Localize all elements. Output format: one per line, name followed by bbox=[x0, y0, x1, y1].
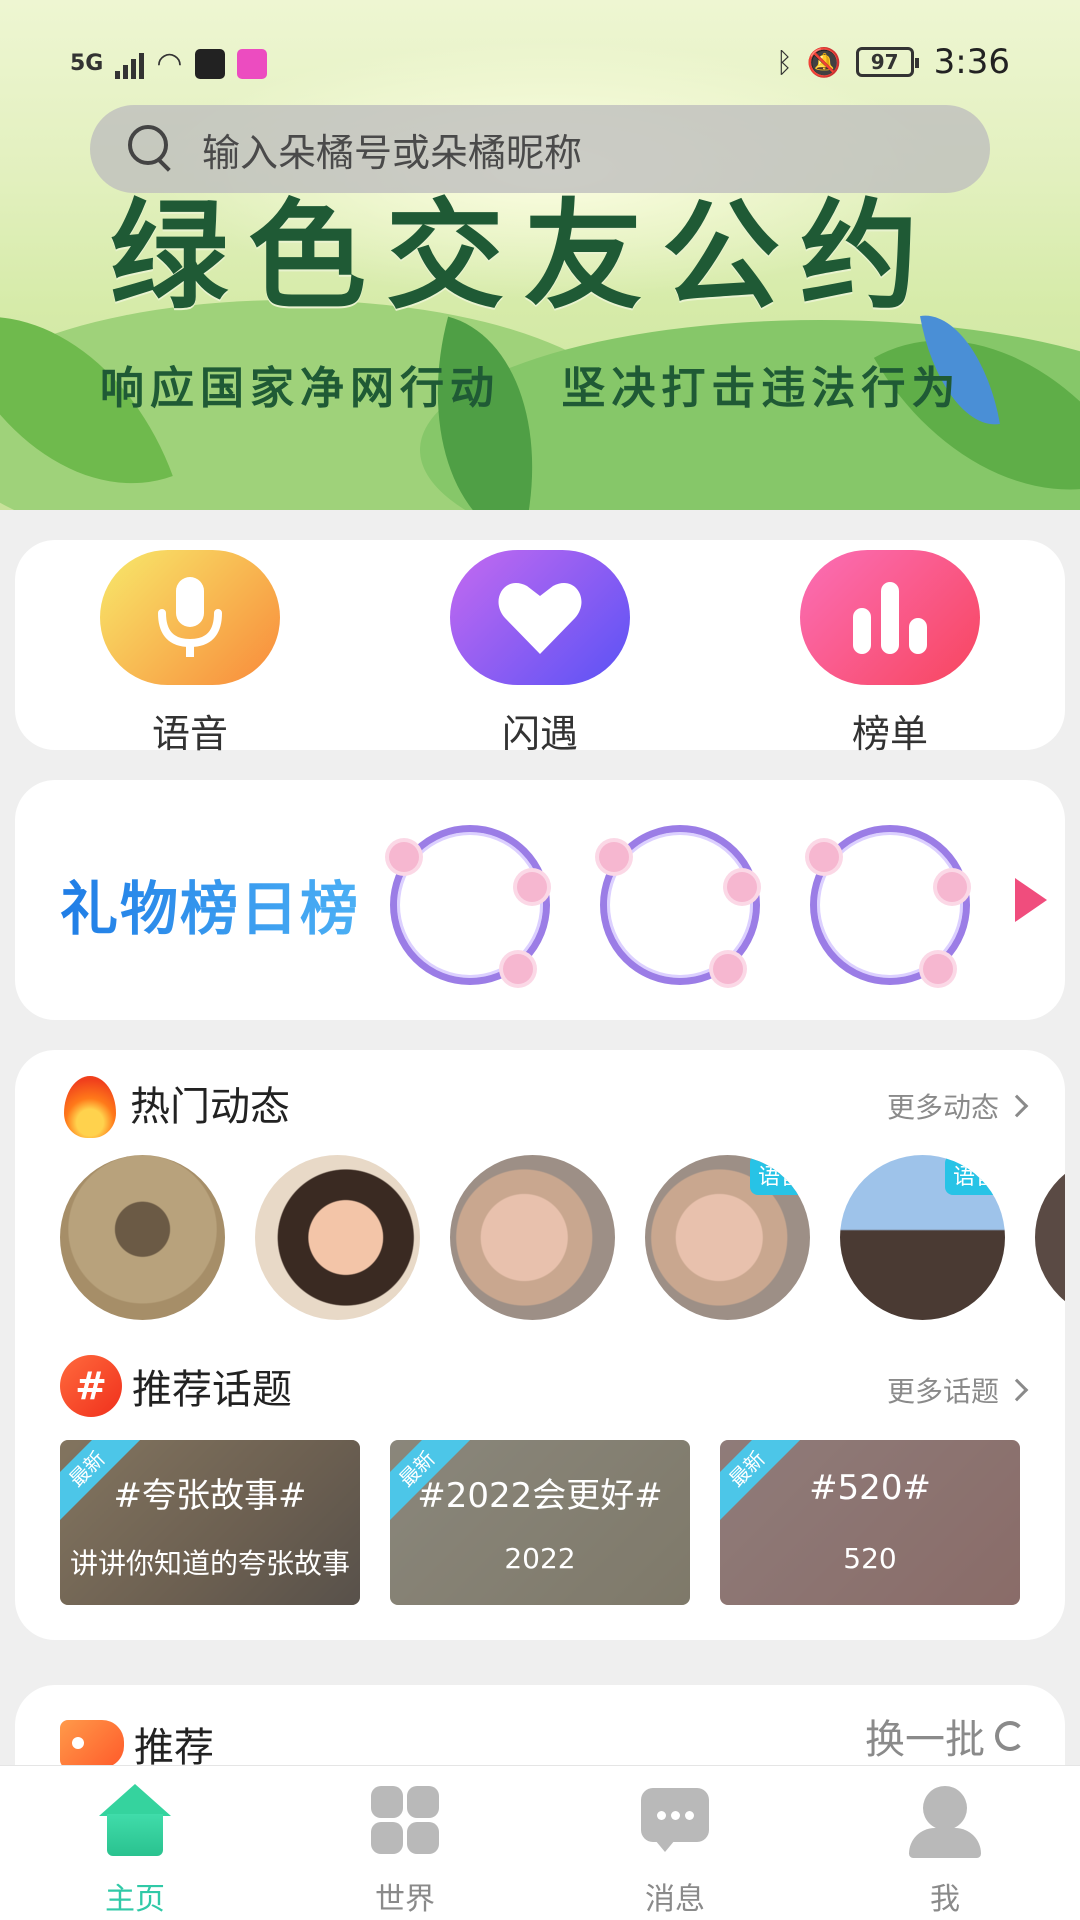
network-type: 5G bbox=[70, 51, 104, 76]
more-topics-label: 更多话题 bbox=[886, 1375, 999, 1408]
more-posts-label: 更多动态 bbox=[886, 1091, 999, 1124]
banner-slogan: 响应国家净网行动 坚决打击违法行为 bbox=[100, 363, 962, 414]
topic-card[interactable]: 最新 #2022会更好# 2022 bbox=[390, 1440, 690, 1605]
hot-avatar-list: 语音 语音 bbox=[60, 1155, 1065, 1325]
nav-home[interactable]: 主页 bbox=[55, 1784, 215, 1918]
bell-muted-icon: 🔕 bbox=[806, 45, 842, 79]
flower-decoration bbox=[727, 872, 757, 902]
topic-card[interactable]: 最新 #520# 520 bbox=[720, 1440, 1020, 1605]
nav-home-label: 主页 bbox=[105, 1882, 165, 1917]
search-placeholder: 输入朵橘号或朵橘昵称 bbox=[202, 130, 583, 175]
flower-decoration bbox=[923, 954, 953, 984]
grid-icon bbox=[365, 1784, 445, 1858]
chevron-right-icon bbox=[1005, 1094, 1029, 1118]
avatar[interactable]: 语音 bbox=[645, 1155, 810, 1320]
status-bar: 5G ◠ ᛒ 🔕 97 3:36 bbox=[0, 40, 1080, 90]
topic-subtitle: 520 bbox=[843, 1542, 897, 1575]
hot-posts-header: 热门动态 bbox=[60, 1066, 290, 1140]
topics-title: 推荐话题 bbox=[132, 1367, 292, 1413]
avatar[interactable]: 语音 bbox=[840, 1155, 1005, 1320]
refresh-icon bbox=[995, 1721, 1025, 1751]
flower-decoration bbox=[599, 842, 629, 872]
play-arrow-icon[interactable] bbox=[1015, 878, 1047, 922]
refresh-button[interactable]: 换一批 bbox=[865, 1707, 1025, 1765]
fire-icon bbox=[60, 1066, 120, 1140]
flower-decoration bbox=[517, 872, 547, 902]
rank-avatar-frame[interactable] bbox=[599, 825, 760, 985]
ranking-entry[interactable]: 榜单 bbox=[800, 550, 980, 758]
home-icon bbox=[95, 1784, 175, 1858]
avatar[interactable] bbox=[255, 1155, 420, 1320]
heart-icon bbox=[450, 550, 630, 685]
profile-icon bbox=[905, 1784, 985, 1858]
topic-card[interactable]: 最新 #夸张故事# 讲讲你知道的夸张故事 bbox=[60, 1440, 360, 1605]
flower-decoration bbox=[389, 842, 419, 872]
clock: 3:36 bbox=[933, 42, 1010, 82]
nav-world[interactable]: 世界 bbox=[325, 1784, 485, 1918]
flash-meet-label: 闪遇 bbox=[501, 712, 578, 756]
search-icon bbox=[122, 119, 182, 179]
banner[interactable]: 绿色交友公约 响应国家净网行动 坚决打击违法行为 5G ◠ ᛒ 🔕 97 3:3… bbox=[0, 0, 1080, 510]
topic-subtitle: 2022 bbox=[504, 1542, 576, 1575]
quick-entry-card: 语音 闪遇 榜单 bbox=[15, 540, 1065, 756]
gift-rank-card[interactable]: 礼物榜日榜 bbox=[15, 780, 1065, 1020]
soul-app-icon bbox=[194, 48, 225, 79]
topics-header: # 推荐话题 bbox=[60, 1355, 292, 1417]
rank-avatar-frame[interactable] bbox=[809, 825, 970, 985]
voice-label: 语音 bbox=[151, 712, 228, 756]
voice-entry[interactable]: 语音 bbox=[100, 550, 280, 758]
avatar[interactable] bbox=[1035, 1155, 1065, 1320]
voice-tag: 语音 bbox=[944, 1155, 1005, 1195]
search-bar[interactable]: 输入朵橘号或朵橘昵称 bbox=[90, 105, 990, 193]
more-posts-link[interactable]: 更多动态 bbox=[886, 1086, 1029, 1126]
flower-decoration bbox=[503, 954, 533, 984]
nav-messages-label: 消息 bbox=[645, 1882, 705, 1917]
avatar[interactable] bbox=[60, 1155, 225, 1320]
bottom-nav: 主页 世界 消息 我 bbox=[0, 1765, 1080, 1920]
more-topics-link[interactable]: 更多话题 bbox=[886, 1370, 1029, 1410]
flash-meet-entry[interactable]: 闪遇 bbox=[450, 550, 630, 758]
hot-and-topics-card: 热门动态 更多动态 语音 语音 # 推荐话题 更多话题 最新 #夸张故事# 讲讲… bbox=[15, 1050, 1065, 1640]
nav-messages[interactable]: 消息 bbox=[595, 1784, 755, 1918]
topic-list: 最新 #夸张故事# 讲讲你知道的夸张故事 最新 #2022会更好# 2022 最… bbox=[60, 1440, 1035, 1605]
flower-decoration bbox=[937, 872, 967, 902]
microphone-icon bbox=[100, 550, 280, 685]
battery-icon: 97 bbox=[855, 47, 919, 77]
hot-posts-title: 热门动态 bbox=[130, 1084, 290, 1130]
avatar[interactable] bbox=[450, 1155, 615, 1320]
topic-title: #2022会更好# bbox=[417, 1476, 663, 1516]
flower-decoration bbox=[809, 842, 839, 872]
bluetooth-icon: ᛒ bbox=[775, 45, 793, 79]
gift-rank-title: 礼物榜日榜 bbox=[60, 862, 360, 946]
nav-me[interactable]: 我 bbox=[865, 1784, 1025, 1918]
wifi-icon: ◠ bbox=[156, 46, 183, 81]
price-tag-icon bbox=[60, 1720, 124, 1768]
ranking-label: 榜单 bbox=[851, 712, 928, 756]
refresh-label: 换一批 bbox=[865, 1717, 985, 1763]
nav-me-label: 我 bbox=[930, 1882, 960, 1917]
notification-app-icon bbox=[236, 48, 267, 79]
bar-chart-icon bbox=[800, 550, 980, 685]
hashtag-icon: # bbox=[60, 1355, 122, 1417]
message-icon bbox=[635, 1784, 715, 1858]
chevron-right-icon bbox=[1005, 1378, 1029, 1402]
nav-world-label: 世界 bbox=[375, 1882, 435, 1917]
signal-icon bbox=[115, 49, 145, 79]
topic-title: #夸张故事# bbox=[113, 1476, 307, 1516]
flower-decoration bbox=[713, 954, 743, 984]
topic-subtitle: 讲讲你知道的夸张故事 bbox=[69, 1547, 350, 1580]
voice-tag: 语音 bbox=[749, 1155, 810, 1195]
rank-avatar-frame[interactable] bbox=[389, 825, 550, 985]
topic-title: #520# bbox=[809, 1468, 931, 1508]
